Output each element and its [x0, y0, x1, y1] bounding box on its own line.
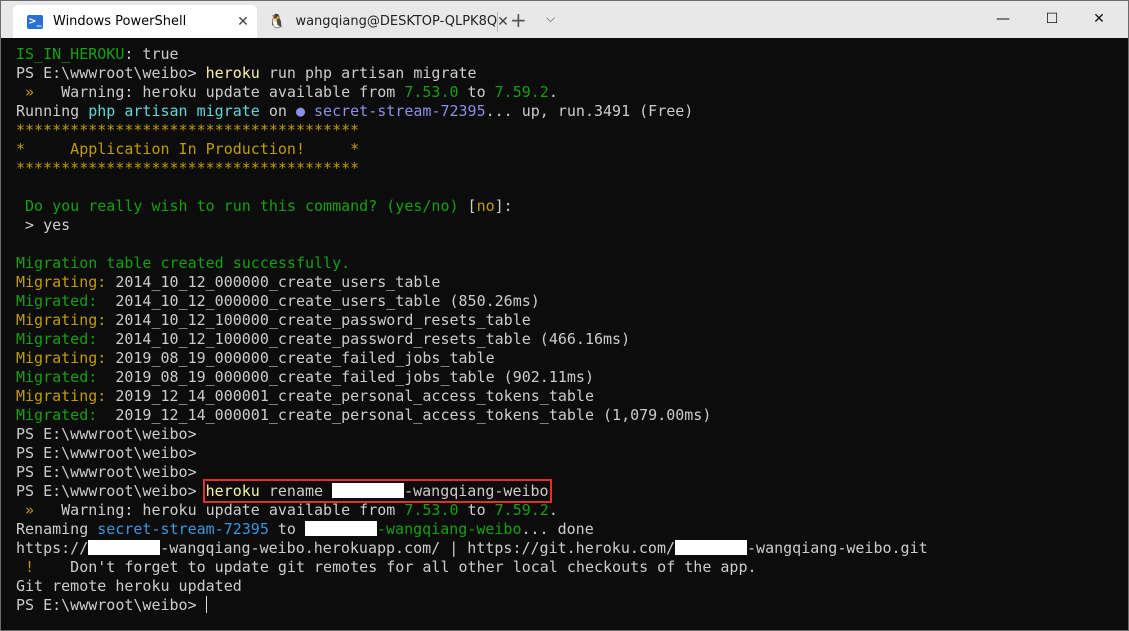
window-frame	[0, 0, 1129, 631]
